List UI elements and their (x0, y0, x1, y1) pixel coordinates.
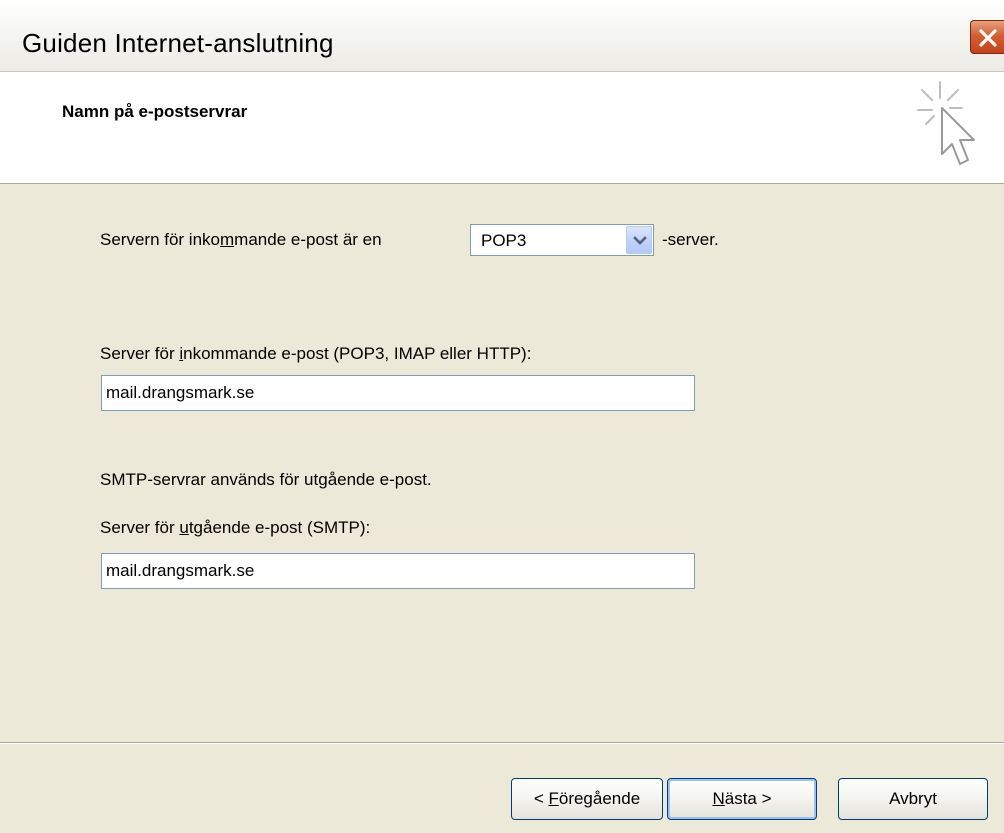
page-title: Namn på e-postservrar (62, 102, 248, 121)
server-type-select[interactable]: POP3 (470, 224, 654, 256)
window-title: Guiden Internet-anslutning (22, 28, 334, 58)
dropdown-button[interactable] (626, 226, 652, 254)
back-button[interactable]: < Föregående (511, 778, 663, 820)
wizard-body (0, 184, 1004, 742)
outgoing-server-field[interactable] (101, 553, 695, 589)
footer-separator (0, 742, 1004, 744)
next-button[interactable]: Nästa > (667, 778, 817, 820)
server-type-value: POP3 (481, 231, 527, 250)
outgoing-server-input[interactable] (102, 554, 694, 588)
smtp-info-text: SMTP-servrar används för utgående e-post… (100, 470, 432, 489)
title-bar[interactable]: Guiden Internet-anslutning (0, 0, 1004, 72)
incoming-server-field[interactable] (101, 375, 695, 411)
cancel-button[interactable]: Avbryt (838, 778, 988, 820)
incoming-server-label: Server för inkommande e-post (POP3, IMAP… (100, 344, 532, 363)
close-button[interactable] (970, 20, 1004, 54)
wizard-header: Namn på e-postservrar (0, 72, 1004, 184)
server-type-label: Servern för inkommande e-post är en (100, 230, 382, 249)
server-type-suffix: -server. (662, 230, 719, 249)
incoming-server-input[interactable] (102, 376, 694, 410)
wizard-window: Guiden Internet-anslutning Namn på e-pos… (0, 0, 1004, 833)
wizard-cursor-icon (912, 78, 984, 183)
outgoing-server-label: Server för utgående e-post (SMTP): (100, 518, 371, 537)
